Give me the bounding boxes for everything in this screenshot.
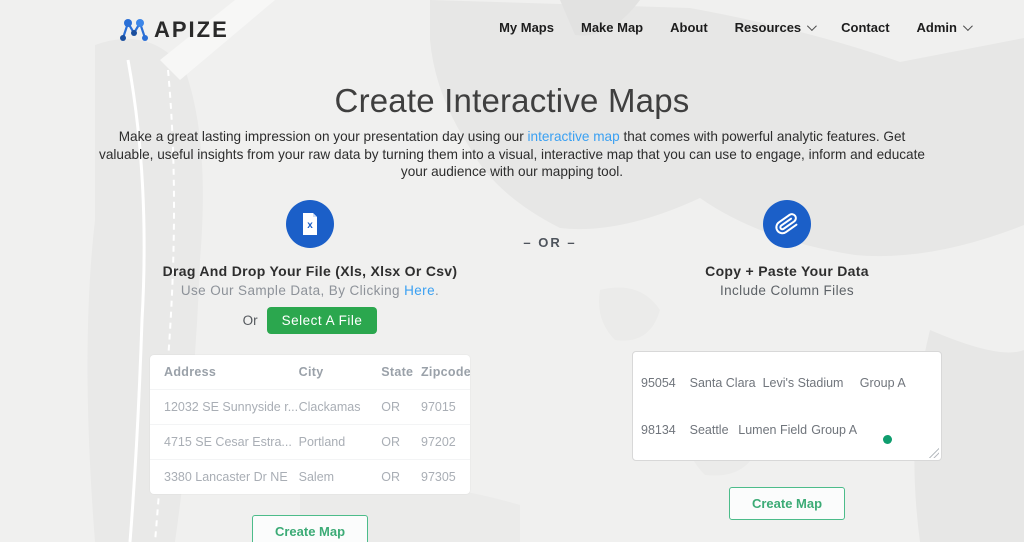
main-nav: My Maps Make Map About Resources Contact… xyxy=(499,20,973,35)
paste-data-textarea[interactable]: 95054 Santa Clara Levi's Stadium Group A… xyxy=(632,351,942,461)
paste-heading: Copy + Paste Your Data xyxy=(705,263,869,279)
or-divider: – OR – xyxy=(523,235,577,250)
cell-zipcode: 97305 xyxy=(421,470,456,484)
nav-item-admin[interactable]: Admin xyxy=(917,20,973,35)
sample-data-here-link[interactable]: Here xyxy=(404,283,435,298)
chevron-down-icon xyxy=(807,21,818,32)
table-row: 4715 SE Cesar Estra... Portland OR 97202 xyxy=(150,425,470,460)
logo-text: APIZE xyxy=(154,17,229,42)
upload-heading: Drag And Drop Your File (Xls, Xlsx Or Cs… xyxy=(162,263,458,279)
nav-item-contact[interactable]: Contact xyxy=(841,20,889,35)
select-file-button[interactable]: Select A File xyxy=(266,307,378,334)
interactive-map-link[interactable]: interactive map xyxy=(528,129,620,144)
cell-state: OR xyxy=(381,435,400,449)
green-dot-indicator xyxy=(883,435,892,444)
table-row: 3380 Lancaster Dr NE Salem OR 97305 xyxy=(150,460,470,494)
nav-item-about[interactable]: About xyxy=(670,20,708,35)
cell-state: OR xyxy=(381,470,400,484)
nav-item-my-maps[interactable]: My Maps xyxy=(499,20,554,35)
hero-description: Make a great lasting impression on your … xyxy=(99,129,925,179)
nav-item-resources[interactable]: Resources xyxy=(735,20,818,35)
cell-city: Clackamas xyxy=(298,400,361,414)
paste-subheading: Include Column Files xyxy=(719,283,855,298)
pasted-data-content: 95054 Santa Clara Levi's Stadium Group A… xyxy=(641,376,906,437)
column-header-state: State xyxy=(381,365,414,379)
cell-city: Salem xyxy=(298,470,335,484)
paste-section: Copy + Paste Your Data Include Column Fi… xyxy=(632,200,942,520)
table-header-row: Address City State Zipcode xyxy=(150,355,470,390)
chevron-down-icon xyxy=(962,21,973,32)
or-select-row: Or Select A File xyxy=(150,307,470,334)
sample-data-table: Address City State Zipcode 12032 SE Sunn… xyxy=(150,355,470,494)
or-label: Or xyxy=(242,313,258,328)
column-header-address: Address xyxy=(164,365,217,379)
paperclip-icon xyxy=(763,200,811,248)
table-row: 12032 SE Sunnyside r... Clackamas OR 970… xyxy=(150,390,470,425)
cell-address: 4715 SE Cesar Estra... xyxy=(164,435,292,449)
cell-city: Portland xyxy=(298,435,346,449)
cell-address: 3380 Lancaster Dr NE xyxy=(164,470,288,484)
excel-file-icon: x xyxy=(286,200,334,248)
nav-item-make-map[interactable]: Make Map xyxy=(581,20,643,35)
create-map-button-upload[interactable]: Create Map xyxy=(251,515,369,542)
mapize-logo[interactable]: APIZE xyxy=(116,14,229,46)
mapize-logo-icon xyxy=(120,19,148,41)
column-header-zipcode: Zipcode xyxy=(421,365,470,379)
svg-text:x: x xyxy=(307,220,313,231)
column-header-city: City xyxy=(298,365,324,379)
cell-zipcode: 97015 xyxy=(421,400,456,414)
textarea-resize-handle[interactable] xyxy=(929,448,939,458)
sample-data-line: Use Our Sample Data, By Clicking Here. xyxy=(180,283,440,298)
cell-zipcode: 97202 xyxy=(421,435,456,449)
mapize-landing-page: APIZE My Maps Make Map About Resources C… xyxy=(0,0,1024,542)
page-title: Create Interactive Maps xyxy=(334,82,690,119)
upload-section: x Drag And Drop Your File (Xls, Xlsx Or … xyxy=(150,200,470,542)
create-map-button-paste[interactable]: Create Map xyxy=(728,487,846,520)
cell-state: OR xyxy=(381,400,400,414)
cell-address: 12032 SE Sunnyside r... xyxy=(164,400,299,414)
